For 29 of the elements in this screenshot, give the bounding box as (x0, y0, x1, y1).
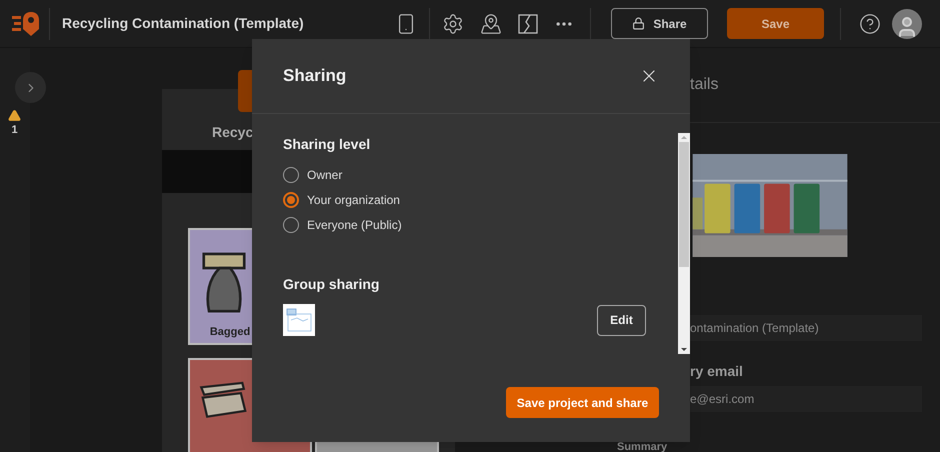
radio-button[interactable] (283, 167, 299, 183)
map-edit-icon[interactable] (518, 14, 538, 34)
section-heading: Sharing level (283, 135, 372, 154)
share-button[interactable]: Share (611, 8, 708, 39)
scrollbar-thumb[interactable] (679, 142, 689, 267)
field-label: ry email (690, 362, 744, 382)
form-title: Recyc (212, 124, 254, 140)
edit-button[interactable]: Edit (597, 304, 646, 336)
group-thumbnail (283, 304, 315, 336)
map-pin-icon[interactable] (480, 12, 502, 34)
help-icon[interactable] (859, 12, 881, 34)
settings-icon[interactable] (442, 12, 464, 34)
save-button[interactable]: Save (727, 8, 824, 39)
app-logo-icon (12, 10, 40, 36)
radio-button[interactable] (283, 217, 299, 233)
scrollbar[interactable] (678, 133, 690, 354)
sharing-option[interactable]: Your organization (283, 191, 646, 209)
sharing-option[interactable]: Owner (283, 166, 646, 184)
lock-icon (632, 17, 646, 30)
save-and-share-button[interactable]: Save project and share (506, 387, 659, 418)
panel-heading: tails (690, 75, 718, 96)
warning-icon (8, 109, 21, 122)
field-label: Summary (617, 442, 668, 452)
warning-count: 1 (11, 123, 18, 138)
dialog-title: Sharing (283, 65, 346, 88)
radio-button[interactable] (283, 192, 299, 208)
user-avatar[interactable] (892, 8, 922, 38)
project-title: Recycling Contamination (Template) (62, 14, 304, 33)
tile-label: Bagged (210, 325, 250, 340)
